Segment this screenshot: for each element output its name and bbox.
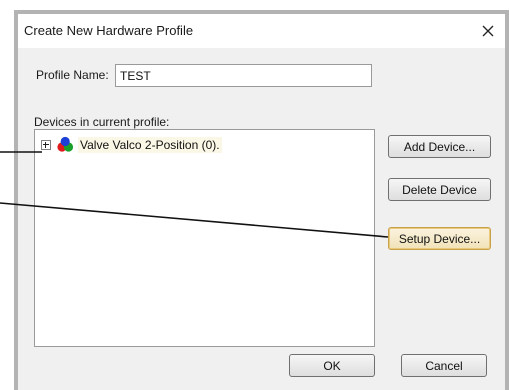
close-button[interactable] — [475, 18, 501, 44]
profile-name-input[interactable] — [115, 64, 372, 87]
close-icon — [482, 25, 494, 37]
cancel-button[interactable]: Cancel — [401, 354, 487, 377]
devices-label: Devices in current profile: — [34, 115, 170, 129]
profile-name-label: Profile Name: — [36, 68, 109, 82]
hardware-profile-dialog: Create New Hardware Profile Profile Name… — [18, 14, 505, 390]
dialog-title: Create New Hardware Profile — [24, 23, 194, 38]
ok-button[interactable]: OK — [289, 354, 375, 377]
devices-tree[interactable]: Valve Valco 2-Position (0). — [34, 129, 375, 347]
delete-device-button[interactable]: Delete Device — [388, 178, 491, 201]
device-rgb-dots-icon — [57, 136, 74, 152]
tree-item-device[interactable]: Valve Valco 2-Position (0). — [41, 136, 222, 154]
tree-item-label: Valve Valco 2-Position (0). — [78, 137, 222, 153]
add-device-button[interactable]: Add Device... — [388, 135, 491, 158]
setup-device-button[interactable]: Setup Device... — [388, 227, 491, 250]
expand-plus-icon[interactable] — [41, 140, 51, 150]
title-bar: Create New Hardware Profile — [18, 14, 505, 48]
